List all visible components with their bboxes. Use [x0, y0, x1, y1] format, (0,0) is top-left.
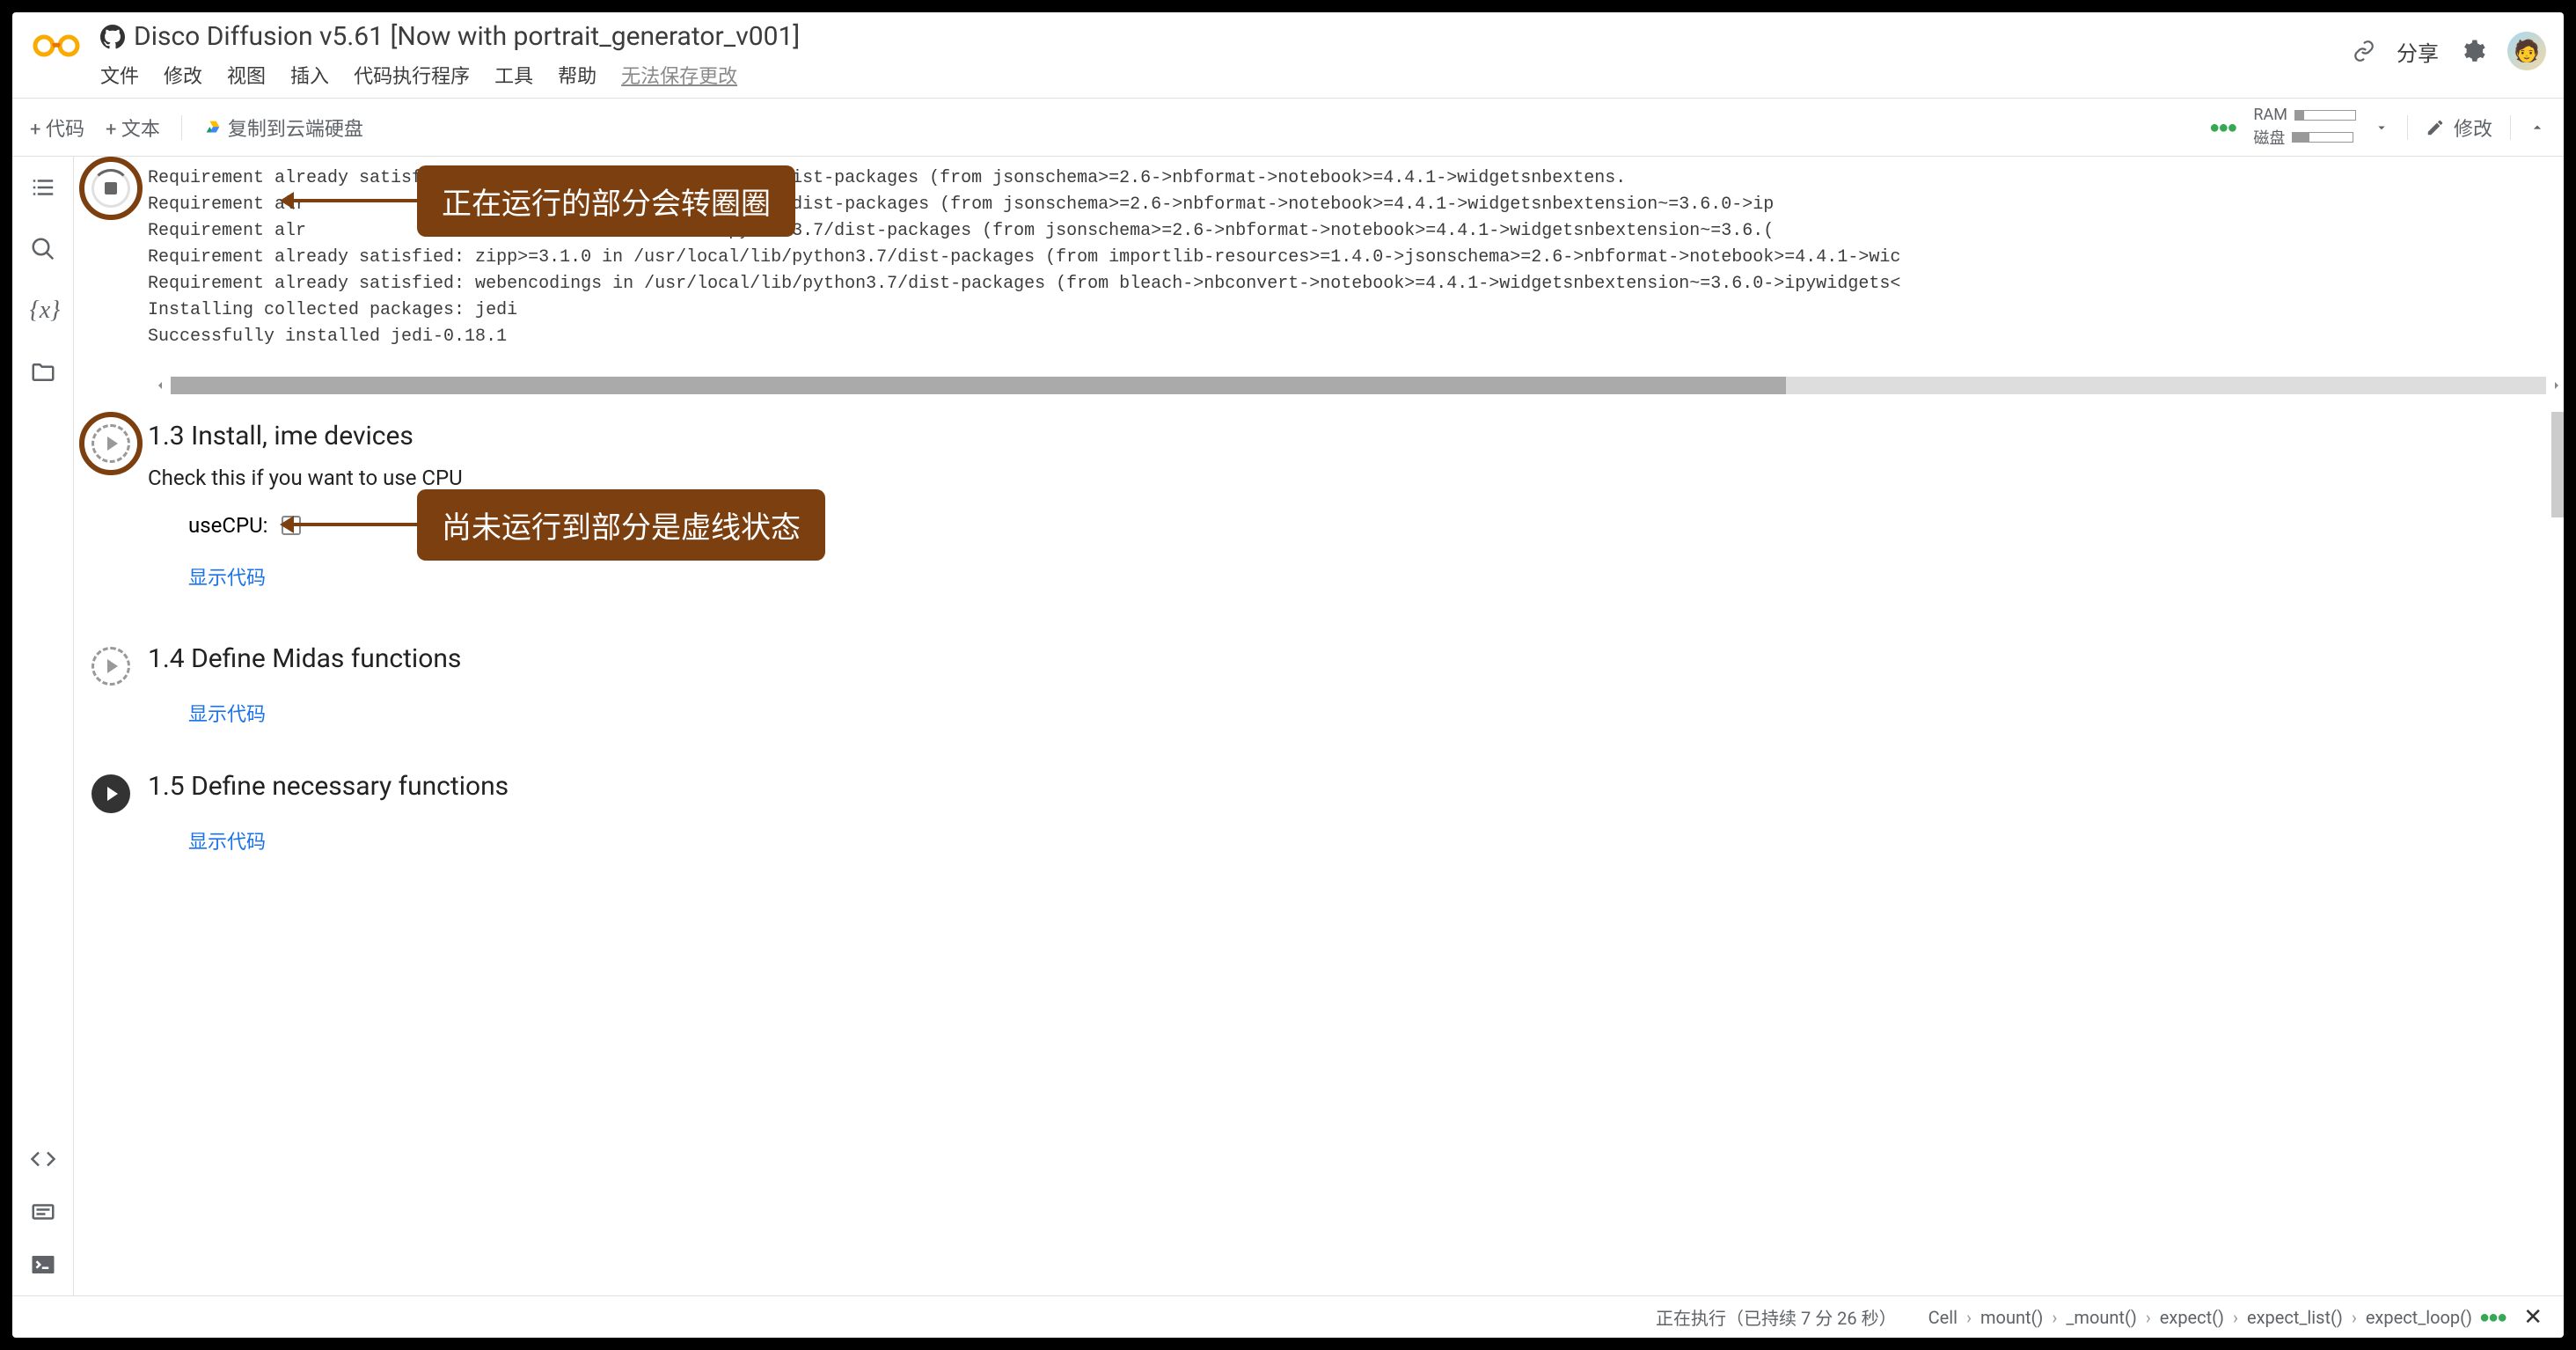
scroll-left-icon[interactable] — [153, 378, 167, 393]
colab-logo-icon — [30, 28, 83, 63]
cell-title: 1.3 Install, ime devices — [148, 421, 2537, 451]
chevron-down-icon[interactable] — [2374, 120, 2389, 136]
cell-1-4: 1.4 Define Midas functions 显示代码 — [83, 643, 2564, 745]
github-icon — [100, 25, 125, 49]
chevron-up-icon[interactable] — [2528, 119, 2546, 136]
pencil-icon — [2426, 118, 2445, 137]
run-button-ready[interactable] — [91, 774, 130, 813]
status-bar: 正在执行（已持续 7 分 26 秒） Cell›mount()›_mount()… — [12, 1295, 2564, 1338]
menu-bar: 文件 修改 视图 插入 代码执行程序 工具 帮助 无法保存更改 — [100, 57, 2335, 98]
link-icon[interactable] — [2353, 40, 2375, 62]
notebook-main[interactable]: Requirement already satisfied: ... /usr/… — [74, 157, 2564, 1295]
show-code-link[interactable]: 显示代码 — [188, 699, 2537, 727]
code-icon[interactable] — [30, 1146, 56, 1172]
gear-icon[interactable] — [2460, 38, 2486, 64]
status-dots-icon: ●●● — [2479, 1306, 2506, 1328]
run-button-running[interactable] — [91, 169, 130, 208]
toc-icon[interactable] — [30, 174, 56, 201]
edit-button[interactable]: 修改 — [2426, 114, 2492, 142]
execution-path: Cell›mount()›_mount()›expect()›expect_li… — [1928, 1307, 2472, 1328]
add-text-button[interactable]: + 文本 — [106, 114, 160, 142]
copy-to-drive-button[interactable]: 复制到云端硬盘 — [203, 114, 363, 142]
scrollbar-horizontal[interactable] — [153, 377, 2564, 394]
annotation-arrow — [294, 523, 417, 526]
toolbar: + 代码 + 文本 复制到云端硬盘 ●●● RAM 磁盘 修改 — [12, 98, 2564, 157]
menu-cannot-save: 无法保存更改 — [621, 61, 737, 89]
menu-edit[interactable]: 修改 — [164, 61, 202, 89]
resource-meter[interactable]: RAM 磁盘 — [2253, 106, 2356, 149]
execution-status: 正在执行（已持续 7 分 26 秒） — [1656, 1304, 1897, 1330]
terminal-icon[interactable] — [30, 1251, 56, 1278]
search-icon[interactable] — [30, 236, 56, 262]
scroll-right-icon[interactable] — [2550, 378, 2564, 393]
add-code-button[interactable]: + 代码 — [30, 114, 84, 142]
cell-subtitle: Check this if you want to use CPU — [148, 466, 2537, 490]
menu-insert[interactable]: 插入 — [290, 61, 329, 89]
cell-title: 1.4 Define Midas functions — [148, 643, 2537, 674]
show-code-link[interactable]: 显示代码 — [188, 562, 2537, 591]
status-dots-icon: ●●● — [2209, 116, 2236, 138]
command-palette-icon[interactable] — [30, 1199, 56, 1225]
sidebar: {x} — [12, 157, 74, 1295]
avatar[interactable]: 🧑 — [2507, 32, 2546, 70]
cell-1-5: 1.5 Define necessary functions 显示代码 — [83, 771, 2564, 872]
run-button-pending[interactable] — [91, 424, 130, 463]
drive-icon — [203, 118, 223, 137]
show-code-link[interactable]: 显示代码 — [188, 826, 2537, 855]
folder-icon[interactable] — [30, 359, 56, 385]
close-icon[interactable]: ✕ — [2523, 1304, 2543, 1331]
cell-title: 1.5 Define necessary functions — [148, 771, 2537, 802]
separator — [181, 115, 182, 140]
variables-icon[interactable]: {x} — [30, 297, 56, 324]
header: Disco Diffusion v5.61 [Now with portrait… — [12, 12, 2564, 98]
page-title: Disco Diffusion v5.61 [Now with portrait… — [134, 21, 800, 52]
run-button-pending[interactable] — [91, 647, 130, 686]
menu-file[interactable]: 文件 — [100, 61, 139, 89]
annotation-running: 正在运行的部分会转圈圈 — [417, 165, 795, 237]
annotation-arrow — [294, 199, 417, 202]
menu-tools[interactable]: 工具 — [494, 61, 533, 89]
menu-help[interactable]: 帮助 — [558, 61, 596, 89]
menu-runtime[interactable]: 代码执行程序 — [354, 61, 470, 89]
annotation-pending: 尚未运行到部分是虚线状态 — [417, 489, 825, 561]
menu-view[interactable]: 视图 — [227, 61, 266, 89]
share-button[interactable]: 分享 — [2397, 36, 2439, 67]
form-label: useCPU: — [188, 513, 267, 538]
